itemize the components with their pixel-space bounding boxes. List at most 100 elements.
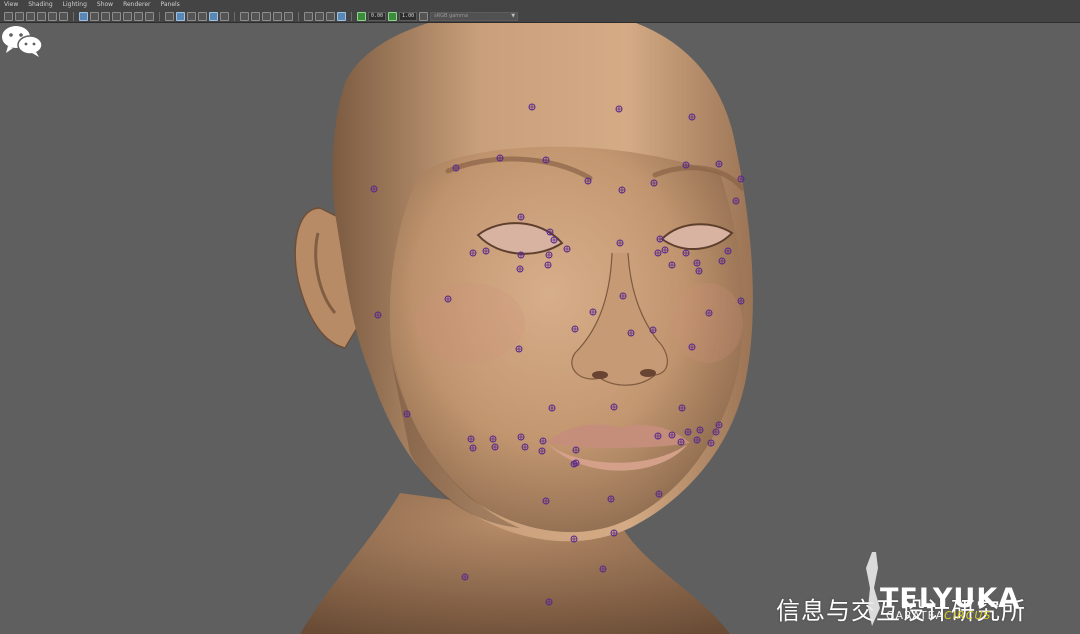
locator-marker[interactable] xyxy=(677,438,685,446)
locator-marker[interactable] xyxy=(707,439,715,447)
locator-marker[interactable] xyxy=(584,177,592,185)
locator-marker[interactable] xyxy=(668,261,676,269)
exposure-field[interactable]: 0.00 xyxy=(368,11,387,21)
3d-viewport[interactable]: 信息与交互设计研究所 xyxy=(0,23,1080,634)
locator-marker[interactable] xyxy=(571,325,579,333)
locator-marker[interactable] xyxy=(737,175,745,183)
locator-marker[interactable] xyxy=(489,435,497,443)
menu-show[interactable]: Show xyxy=(97,0,113,9)
bookmark-icon[interactable] xyxy=(26,11,35,21)
gamma-icon[interactable] xyxy=(388,11,398,21)
locator-marker[interactable] xyxy=(517,251,525,259)
locator-marker[interactable] xyxy=(517,213,525,221)
locator-marker[interactable] xyxy=(678,404,686,412)
field-chart-icon[interactable] xyxy=(123,11,132,21)
select-camera-icon[interactable] xyxy=(4,11,13,21)
locator-marker[interactable] xyxy=(655,490,663,498)
locator-marker[interactable] xyxy=(469,444,477,452)
locator-marker[interactable] xyxy=(444,295,452,303)
locator-marker[interactable] xyxy=(610,403,618,411)
safe-title-icon[interactable] xyxy=(145,11,154,21)
gate-mask-icon[interactable] xyxy=(112,11,121,21)
camera-attributes-icon[interactable] xyxy=(15,11,24,21)
grease-pencil-icon[interactable] xyxy=(59,11,68,21)
locator-marker[interactable] xyxy=(661,246,669,254)
locator-marker[interactable] xyxy=(515,345,523,353)
locator-marker[interactable] xyxy=(654,249,662,257)
locator-marker[interactable] xyxy=(496,154,504,162)
locator-marker[interactable] xyxy=(724,247,732,255)
image-plane-icon[interactable] xyxy=(37,11,46,21)
locator-marker[interactable] xyxy=(696,426,704,434)
locator-marker[interactable] xyxy=(570,535,578,543)
locator-marker[interactable] xyxy=(370,185,378,193)
locator-marker[interactable] xyxy=(469,249,477,257)
locator-marker[interactable] xyxy=(374,311,382,319)
exposure-icon[interactable] xyxy=(357,11,366,21)
film-gate-icon[interactable] xyxy=(90,11,99,21)
locator-marker[interactable] xyxy=(599,565,607,573)
locator-marker[interactable] xyxy=(715,421,723,429)
locator-marker[interactable] xyxy=(693,436,701,444)
locator-marker[interactable] xyxy=(656,235,664,243)
depth-of-field-icon[interactable] xyxy=(284,11,293,21)
locator-marker[interactable] xyxy=(542,156,550,164)
locator-marker[interactable] xyxy=(712,428,720,436)
locator-marker[interactable] xyxy=(627,329,635,337)
locator-marker[interactable] xyxy=(461,573,469,581)
locator-marker[interactable] xyxy=(563,245,571,253)
locator-marker[interactable] xyxy=(688,113,696,121)
locator-marker[interactable] xyxy=(718,257,726,265)
locator-marker[interactable] xyxy=(548,404,556,412)
resolution-gate-icon[interactable] xyxy=(101,11,110,21)
locator-marker[interactable] xyxy=(550,236,558,244)
menu-lighting[interactable]: Lighting xyxy=(63,0,87,9)
menu-renderer[interactable]: Renderer xyxy=(123,0,150,9)
menu-panels[interactable]: Panels xyxy=(160,0,179,9)
locator-marker[interactable] xyxy=(668,431,676,439)
default-material-icon[interactable] xyxy=(187,11,196,21)
locator-marker[interactable] xyxy=(467,435,475,443)
shadows-icon[interactable] xyxy=(240,11,249,21)
locator-marker[interactable] xyxy=(732,197,740,205)
ambient-occlusion-icon[interactable] xyxy=(251,11,260,21)
locator-marker[interactable] xyxy=(695,267,703,275)
locator-marker[interactable] xyxy=(517,433,525,441)
locator-marker[interactable] xyxy=(616,239,624,247)
locator-marker[interactable] xyxy=(684,428,692,436)
locator-marker[interactable] xyxy=(715,160,723,168)
grid-icon[interactable] xyxy=(79,11,88,21)
gamma-field[interactable]: 1.00 xyxy=(399,11,418,21)
locator-marker[interactable] xyxy=(607,495,615,503)
anti-aliasing-icon[interactable] xyxy=(273,11,282,21)
locator-marker[interactable] xyxy=(610,529,618,537)
locator-marker[interactable] xyxy=(615,105,623,113)
textured-icon[interactable] xyxy=(209,11,218,21)
locator-marker[interactable] xyxy=(693,259,701,267)
locator-marker[interactable] xyxy=(682,161,690,169)
locator-marker[interactable] xyxy=(682,249,690,257)
locator-marker[interactable] xyxy=(619,292,627,300)
locator-marker[interactable] xyxy=(403,410,411,418)
2d-pan-zoom-icon[interactable] xyxy=(48,11,57,21)
locator-marker[interactable] xyxy=(491,443,499,451)
wireframe-icon[interactable] xyxy=(165,11,174,21)
smooth-shade-icon[interactable] xyxy=(176,11,185,21)
locator-marker[interactable] xyxy=(546,228,554,236)
locator-marker[interactable] xyxy=(545,598,553,606)
locator-marker[interactable] xyxy=(572,446,580,454)
safe-action-icon[interactable] xyxy=(134,11,143,21)
isolate-select-icon[interactable] xyxy=(304,11,313,21)
locator-marker[interactable] xyxy=(516,265,524,273)
locator-marker[interactable] xyxy=(452,164,460,172)
locator-marker[interactable] xyxy=(521,443,529,451)
locator-marker[interactable] xyxy=(654,432,662,440)
locator-marker[interactable] xyxy=(650,179,658,187)
view-transform-icon[interactable] xyxy=(419,11,429,21)
xray-components-icon[interactable] xyxy=(337,11,346,21)
locator-marker[interactable] xyxy=(618,186,626,194)
motion-blur-icon[interactable] xyxy=(262,11,271,21)
locator-marker[interactable] xyxy=(545,251,553,259)
locator-marker[interactable] xyxy=(542,497,550,505)
xray-icon[interactable] xyxy=(315,11,324,21)
